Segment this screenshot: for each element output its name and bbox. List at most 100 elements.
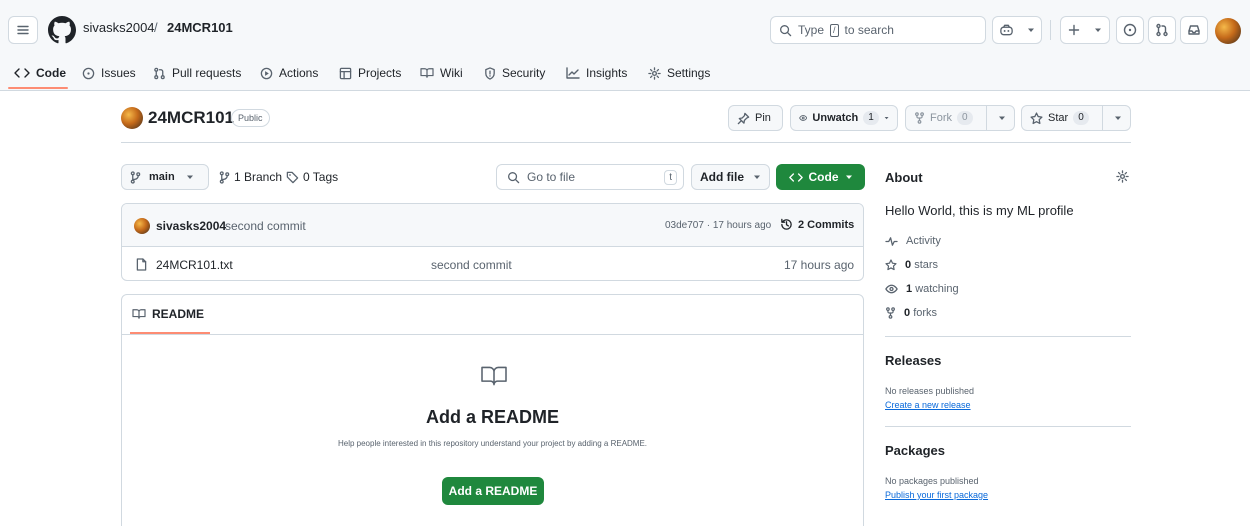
active-tab-indicator [8,87,68,89]
create-new-button[interactable] [1060,16,1110,44]
sidebar-divider [885,336,1131,337]
history-icon [781,218,792,230]
file-age: 17 hours ago [784,258,855,272]
tab-insights[interactable]: Insights [566,55,627,91]
tab-settings[interactable]: Settings [648,55,710,91]
tags-link[interactable]: 0 Tags [286,170,338,184]
forks-link[interactable]: 0 forks [885,307,937,319]
tab-issues[interactable]: Issues [82,55,136,91]
chevron-down-icon [186,175,193,179]
tab-code[interactable]: Code [14,55,66,91]
branches-link[interactable]: 1 Branch [219,170,282,184]
inbox-button[interactable] [1180,16,1208,44]
fork-icon [915,112,924,124]
commit-author[interactable]: sivasks2004 [156,219,226,233]
repo-owner-avatar [121,107,143,129]
go-to-file-shortcut: t [664,170,677,185]
star-icon [885,259,897,271]
tag-icon [286,171,299,183]
branch-icon [130,170,141,184]
star-button[interactable]: Star 0 [1021,105,1131,131]
tab-pull-requests[interactable]: Pull requests [153,55,241,91]
watch-counter: 1 [863,111,879,125]
inbox-icon [1188,25,1200,35]
issues-button[interactable] [1116,16,1144,44]
commit-author-avatar[interactable] [134,218,150,234]
commit-message[interactable]: second commit [225,219,306,233]
table-row[interactable]: 24MCR101.txt second commit 17 hours ago [122,247,863,280]
branch-icon [219,170,230,184]
global-header: sivasks2004 / 24MCR101 Type / to search … [0,0,1250,91]
breadcrumb-repo[interactable]: 24MCR101 [167,20,233,35]
releases-heading[interactable]: Releases [885,353,941,368]
breadcrumb-separator: / [154,20,158,35]
gear-icon[interactable] [1116,170,1129,183]
activity-link[interactable]: Activity [885,235,941,247]
file-browser: sivasks2004 second commit 03de707 · 17 h… [121,203,864,281]
tab-actions[interactable]: Actions [260,55,318,91]
pin-icon [737,112,750,124]
add-readme-button[interactable]: Add a README [442,477,544,505]
chevron-down-icon [884,117,889,120]
stars-link[interactable]: 0 stars [885,259,938,271]
publish-package-link[interactable]: Publish your first package [885,490,988,500]
star-icon [1030,111,1043,124]
watching-link[interactable]: 1 watching [885,283,959,295]
tab-wiki[interactable]: Wiki [420,55,463,91]
tab-projects[interactable]: Projects [339,55,401,91]
code-icon [788,172,803,182]
header-divider [1050,20,1051,40]
about-heading: About [885,170,923,185]
packages-heading[interactable]: Packages [885,443,945,458]
table-icon [339,67,352,79]
search-shortcut-key: / [830,23,839,37]
user-avatar[interactable] [1215,18,1241,44]
no-packages-text: No packages published [885,476,979,486]
chevron-down-icon [1114,116,1121,120]
pull-requests-button[interactable] [1148,16,1176,44]
search-icon [508,171,520,183]
book-icon [132,309,146,319]
go-to-file-input[interactable]: Go to file t [496,164,684,190]
repo-head-divider [121,142,1131,143]
breadcrumb-owner[interactable]: sivasks2004 [83,20,155,35]
issue-icon [1123,23,1137,37]
file-commit-message[interactable]: second commit [431,258,512,272]
readme-tab[interactable]: README [132,307,204,321]
chevron-down-icon [845,175,852,179]
sidebar-divider [885,426,1131,427]
unwatch-button[interactable]: Unwatch 1 [790,105,898,131]
create-release-link[interactable]: Create a new release [885,400,971,410]
copilot-button[interactable] [992,16,1042,44]
fork-button[interactable]: Fork 0 [905,105,1015,131]
book-icon [420,68,434,78]
about-description: Hello World, this is my ML profile [885,203,1074,218]
commit-meta[interactable]: 03de707 · 17 hours ago [665,220,771,231]
file-name[interactable]: 24MCR101.txt [156,258,233,272]
no-releases-text: No releases published [885,386,975,396]
gear-icon [648,66,661,80]
chevron-down-icon [1027,28,1034,32]
tab-security[interactable]: Security [484,55,545,91]
search-icon [780,24,792,36]
latest-commit-bar: sivasks2004 second commit 03de707 · 17 h… [122,204,863,247]
branch-selector[interactable]: main [121,164,209,190]
readme-description: Help people interested in this repositor… [337,439,648,448]
global-search-input[interactable]: Type / to search [770,16,986,44]
star-counter: 0 [1073,111,1089,125]
code-dropdown-button[interactable]: Code [776,164,865,190]
hamburger-icon [17,25,29,35]
chevron-down-icon [1095,28,1101,32]
commits-link[interactable]: 2 Commits [780,218,854,231]
github-logo-icon[interactable] [48,16,76,44]
fork-counter: 0 [957,111,973,125]
repo-title[interactable]: 24MCR101 [148,108,234,128]
menu-button[interactable] [8,16,38,44]
book-icon [481,366,507,386]
add-file-button[interactable]: Add file [691,164,770,190]
graph-icon [566,67,580,79]
pull-request-icon [1156,23,1168,37]
pull-request-icon [154,67,165,79]
pin-button[interactable]: Pin [728,105,783,131]
plus-icon [1068,24,1080,36]
